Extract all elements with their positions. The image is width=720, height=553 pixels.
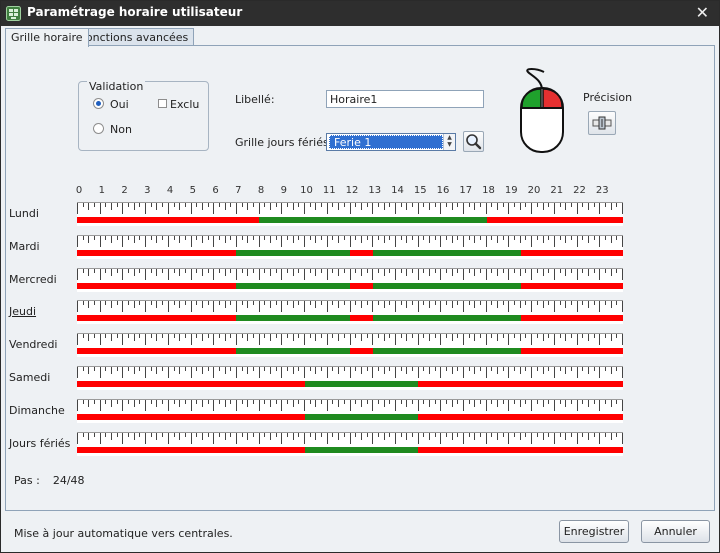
forbidden-bar [77,250,623,256]
precision-label: Précision [583,91,633,104]
allowed-bar [259,217,487,223]
day-label: Lundi [9,207,39,220]
tab-bar: Grille horaire Fonctions avancées [5,28,717,47]
day-label: Mercredi [9,273,57,286]
timeline-ticks [77,235,623,247]
allowed-bar [304,381,419,387]
day-label: Vendredi [9,338,58,351]
pas-value: 24/48 [52,474,85,487]
allowed-bar [236,348,350,354]
hour-label: 8 [257,185,265,196]
exclu-label: Exclu [170,98,200,111]
allowed-bar [372,315,521,321]
day-label[interactable]: Jeudi [9,305,36,318]
forbidden-bar [77,315,623,321]
spin-arrows-icon[interactable]: ▲ ▼ [443,134,455,150]
status-text: Mise à jour automatique vers centrales. [14,527,233,540]
libelle-label: Libellé: [235,93,275,106]
exclu-checkbox[interactable] [158,99,167,108]
hour-label: 5 [189,185,196,196]
hour-label: 11 [322,185,336,196]
settings-window: Paramétrage horaire utilisateur ✕ Grille… [0,0,720,553]
save-button[interactable]: Enregistrer [559,520,629,543]
hour-label: 2 [121,185,128,196]
timeline-ticks [77,366,623,378]
allowed-bar [372,250,521,256]
mouse-green-red-icon [520,68,564,153]
timeline-ticks [77,202,623,214]
hour-label: 3 [144,185,151,196]
timeline-ticks [77,333,623,345]
allowed-bar [304,447,419,453]
hour-label: 23 [595,185,609,196]
cancel-button[interactable]: Annuler [641,520,710,543]
hour-label: 4 [166,185,174,196]
hour-label: 12 [345,185,359,196]
hour-label: 20 [527,185,541,196]
allowed-bar [236,250,350,256]
holiday-grid-selected: Ferie 1 [329,135,443,149]
precision-slider-icon [592,116,612,130]
allowed-bar [236,315,350,321]
hour-label: 1 [98,185,105,196]
day-label: Dimanche [9,404,65,417]
title-bar[interactable]: Paramétrage horaire utilisateur ✕ [1,1,719,26]
hour-label: 19 [504,185,518,196]
hour-label: 9 [280,185,287,196]
hour-label: 18 [482,185,495,196]
grid-app-icon [6,6,21,21]
day-label: Jours fériés [9,437,71,450]
tab-grille-horaire[interactable]: Grille horaire [5,28,89,47]
day-label: Mardi [9,240,40,253]
pas-label: Pas : [14,474,40,487]
timeline-ticks [77,399,623,411]
allowed-bar [304,414,419,420]
hour-label: 15 [413,185,427,196]
holiday-grid-label: Grille jours fériés: [235,136,333,149]
forbidden-bar [77,348,623,354]
libelle-input[interactable]: Horaire1 [326,90,484,108]
window-title: Paramétrage horaire utilisateur [27,5,243,19]
validation-legend: Validation [87,80,146,93]
oui-label: Oui [110,98,129,111]
precision-button[interactable] [588,111,616,135]
timeline-ticks [77,268,623,280]
hour-label: 0 [75,185,83,196]
timeline-ticks [77,432,623,444]
allowed-bar [372,348,521,354]
hour-label: 16 [436,185,450,196]
hour-label: 14 [391,185,404,196]
non-radio[interactable] [93,123,104,134]
hour-label: 10 [300,185,313,196]
close-icon[interactable]: ✕ [696,3,709,22]
pas-readout: Pas : 24/48 [14,474,85,487]
hour-label: 13 [368,185,382,196]
holiday-grid-select[interactable]: Ferie 1 ▲ ▼ [326,133,456,151]
tab-fonctions-avancees[interactable]: Fonctions avancées [74,28,195,46]
hour-label: 22 [573,185,586,196]
search-button[interactable] [463,131,484,152]
hour-label: 17 [459,185,473,196]
allowed-bar [236,283,350,289]
allowed-bar [372,283,521,289]
oui-radio[interactable] [93,98,104,109]
non-label: Non [110,123,132,136]
search-icon [466,134,482,150]
day-label: Samedi [9,371,51,384]
hour-label: 7 [235,185,242,196]
hour-label: 21 [550,185,564,196]
hour-label: 6 [212,185,219,196]
timeline-ticks [77,300,623,312]
forbidden-bar [77,283,623,289]
